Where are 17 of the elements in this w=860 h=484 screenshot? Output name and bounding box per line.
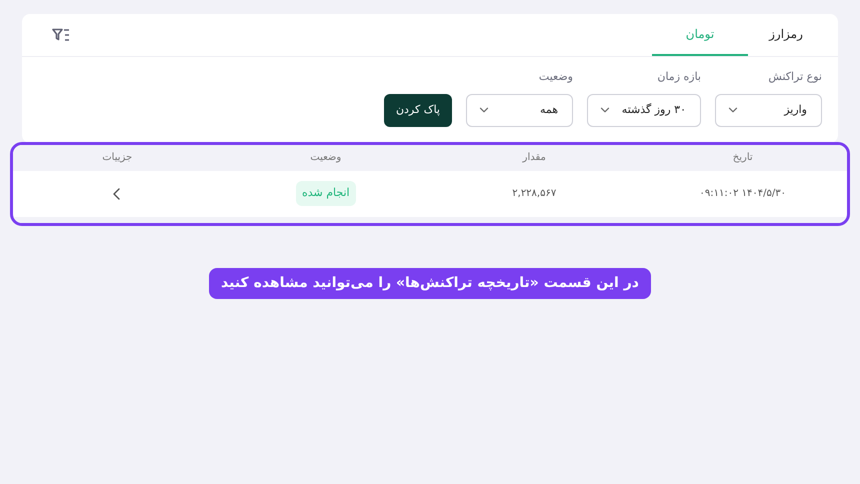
filter-icon[interactable]: [52, 28, 70, 42]
dropdown[interactable]: واریز: [715, 94, 822, 126]
tab[interactable]: رمزارز: [748, 14, 824, 56]
dropdown[interactable]: همه: [466, 94, 573, 126]
column-header: وضعیت: [309, 151, 342, 165]
clear-button[interactable]: پاک کردن: [384, 94, 452, 126]
column-header: جزییات: [101, 151, 134, 165]
date-cell-text: ۱۴۰۴/۵/۳۰ ۰۹:۱۱:۰۲: [698, 187, 787, 201]
dropdown[interactable]: ۳۰ روز گذشته: [587, 94, 701, 126]
filter-label: نوع تراکنش: [767, 69, 822, 85]
amount-cell-text: ۲,۲۲۸,۵۶۷: [511, 187, 558, 201]
filter-label: بازه زمان: [656, 69, 701, 85]
status-badge: انجام شده: [296, 181, 356, 206]
caption-banner: در این قسمت «تاریخچه تراکنش‌ها» را می‌توانید مشاهده کنید: [209, 268, 651, 298]
filter-label: وضعیت: [538, 69, 573, 85]
column-header: مقدار: [521, 151, 547, 165]
column-header: تاریخ: [732, 151, 754, 165]
